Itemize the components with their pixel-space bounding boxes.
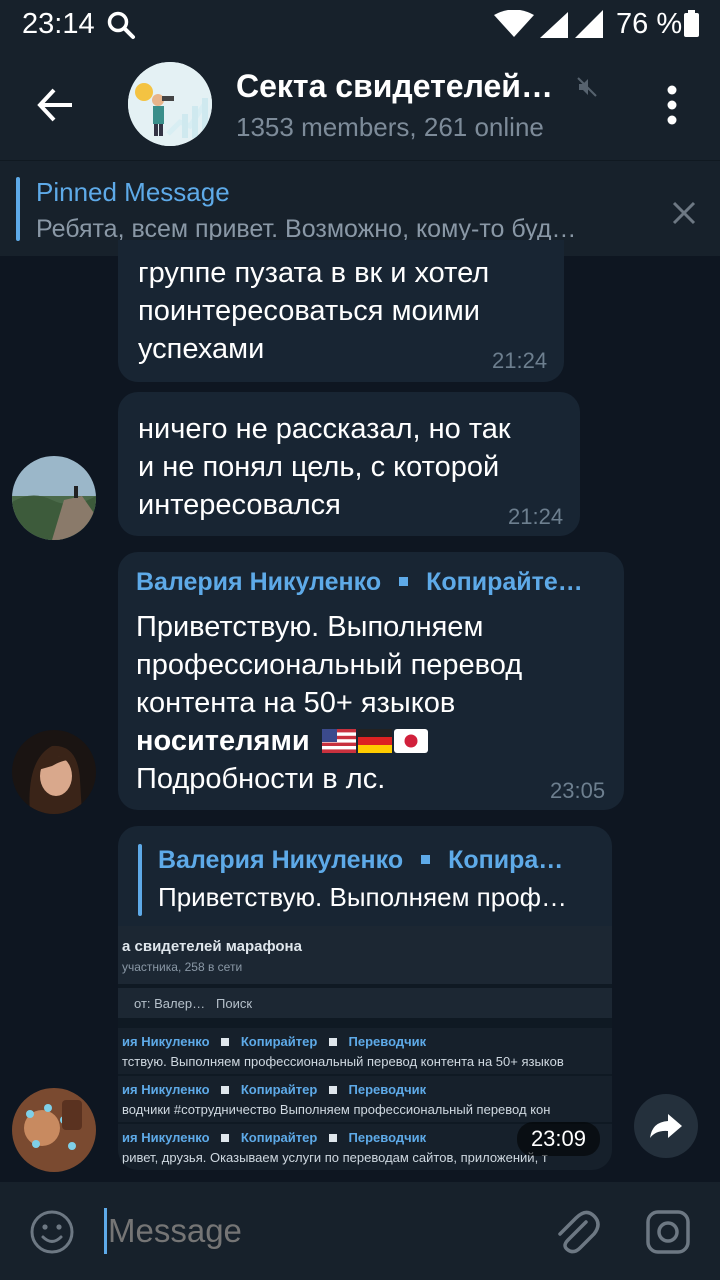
jp-flag-icon	[393, 729, 428, 753]
shot-header: а свидетелей марафона участника, 258 в с…	[118, 926, 612, 984]
battery-percent: 76 %	[616, 8, 683, 40]
shot-filter-from: от: Валер…	[134, 996, 206, 1011]
message-line: Приветствую. Выполняем	[136, 611, 484, 643]
reply-text: Приветствую. Выполняем проф…	[158, 882, 568, 912]
avatar[interactable]	[12, 1088, 96, 1172]
sender-role: Копирайте…	[426, 568, 583, 596]
shot-filter-search: Поиск	[216, 996, 253, 1011]
message-bubble[interactable]: Валерия Никуленко Копира… Приветствую. Вы…	[118, 826, 612, 1170]
status-bar: 23:14 76 %	[0, 0, 720, 48]
message-line: профессиональный перевод	[136, 649, 523, 681]
pinned-title: Pinned Message	[36, 177, 230, 207]
close-icon[interactable]	[664, 193, 704, 233]
screenshot-image[interactable]: а свидетелей марафона участника, 258 в с…	[118, 926, 612, 1170]
shot-title: а свидетелей марафона	[122, 938, 302, 955]
reply-sender-role: Копира…	[448, 846, 564, 874]
camera-icon[interactable]	[644, 1208, 692, 1256]
shot-row-role1: Копирайтер	[240, 1034, 318, 1049]
message-bubble[interactable]: Валерия Никуленко Копирайте… Приветствую.…	[118, 552, 624, 810]
message-input[interactable]	[108, 1212, 528, 1250]
message-composer	[0, 1182, 720, 1280]
de-flag-icon	[357, 729, 392, 753]
wifi-icon	[494, 10, 534, 37]
shot-result-row: ия Никуленко Копирайтер Переводчик водчи…	[118, 1076, 612, 1122]
message-time: 21:24	[492, 348, 548, 373]
message-line: интересовался	[138, 489, 341, 521]
message-line-with-flags: носителями	[136, 722, 522, 760]
chat-header: Секта свидетелей… 1353 members, 261 onli…	[0, 48, 720, 160]
group-avatar-illustration	[128, 62, 212, 146]
text-caret	[104, 1208, 107, 1254]
message-time: 21:24	[508, 504, 564, 529]
reply-sender-line[interactable]: Валерия Никуленко Копира…	[158, 846, 563, 875]
shot-row-text: тствую. Выполняем профессиональный перев…	[122, 1054, 564, 1069]
message-time: 23:05	[550, 778, 606, 803]
landscape-avatar-image	[12, 456, 96, 540]
separator-dot	[421, 854, 431, 864]
bold-text: носителями	[136, 725, 310, 757]
shot-row-text: ривет, друзья. Оказываем услуги по перев…	[122, 1150, 548, 1165]
message-line: и не понял цель, с которой	[138, 451, 500, 483]
shot-row-name: ия Никуленко	[122, 1034, 210, 1049]
photo-avatar-image	[12, 1088, 96, 1172]
message-bubble[interactable]: группе пузата в вк и хотел поинтересоват…	[118, 240, 564, 382]
shot-row-role2: Переводчик	[348, 1034, 427, 1049]
shot-result-row: ия Никуленко Копирайтер Переводчик тству…	[118, 1028, 612, 1074]
sender-line: Валерия Никуленко Копирайте…	[136, 568, 583, 597]
back-arrow-icon[interactable]	[30, 80, 80, 130]
shot-row-role2: Переводчик	[348, 1130, 427, 1145]
shot-row-text: водчики #сотрудничество Выполняем профес…	[122, 1102, 551, 1117]
battery-icon	[684, 10, 699, 37]
message-line: поинтересоваться моими	[138, 295, 480, 327]
shot-subtitle: участника, 258 в сети	[122, 960, 243, 974]
message-line: Подробности в лс.	[136, 763, 386, 795]
shot-filter: от: Валер… Поиск	[118, 988, 612, 1018]
shot-row-name: ия Никуленко	[122, 1130, 210, 1145]
avatar[interactable]	[12, 730, 96, 814]
status-time: 23:14	[22, 8, 95, 40]
attach-icon[interactable]	[552, 1206, 600, 1258]
shot-row-role1: Копирайтер	[240, 1082, 318, 1097]
shot-row-role2: Переводчик	[348, 1082, 427, 1097]
avatar[interactable]	[12, 456, 96, 540]
message-line: группе пузата в вк и хотел	[138, 257, 490, 289]
chat-avatar[interactable]	[128, 62, 212, 146]
portrait-avatar-image	[12, 730, 96, 814]
message-time: 23:09	[516, 1122, 600, 1156]
message-line: ничего не рассказал, но так	[138, 413, 511, 445]
share-arrow-icon	[650, 1114, 682, 1138]
muted-icon	[577, 77, 597, 97]
more-vert-icon[interactable]	[654, 82, 690, 128]
us-flag-icon	[321, 729, 356, 753]
reply-sender-name: Валерия Никуленко	[158, 846, 404, 874]
reply-accent-bar	[138, 844, 142, 916]
signal-icon	[540, 12, 568, 38]
message-bubble[interactable]: ничего не рассказал, но так и не понял ц…	[118, 392, 580, 536]
message-line: успехами	[138, 333, 265, 365]
emoji-icon[interactable]	[28, 1208, 76, 1256]
share-button[interactable]	[634, 1094, 698, 1158]
sender-name[interactable]: Валерия Никуленко	[136, 568, 381, 596]
pinned-accent-bar	[16, 177, 20, 241]
message-line: контента на 50+ языков	[136, 687, 456, 719]
signal-icon-2	[575, 10, 603, 38]
shot-row-role1: Копирайтер	[240, 1130, 318, 1145]
shot-row-name: ия Никуленко	[122, 1082, 210, 1097]
search-icon	[107, 11, 135, 39]
separator-dot	[399, 576, 409, 586]
chat-title[interactable]: Секта свидетелей…	[236, 68, 553, 105]
chat-members-online: 1353 members, 261 online	[236, 112, 544, 142]
